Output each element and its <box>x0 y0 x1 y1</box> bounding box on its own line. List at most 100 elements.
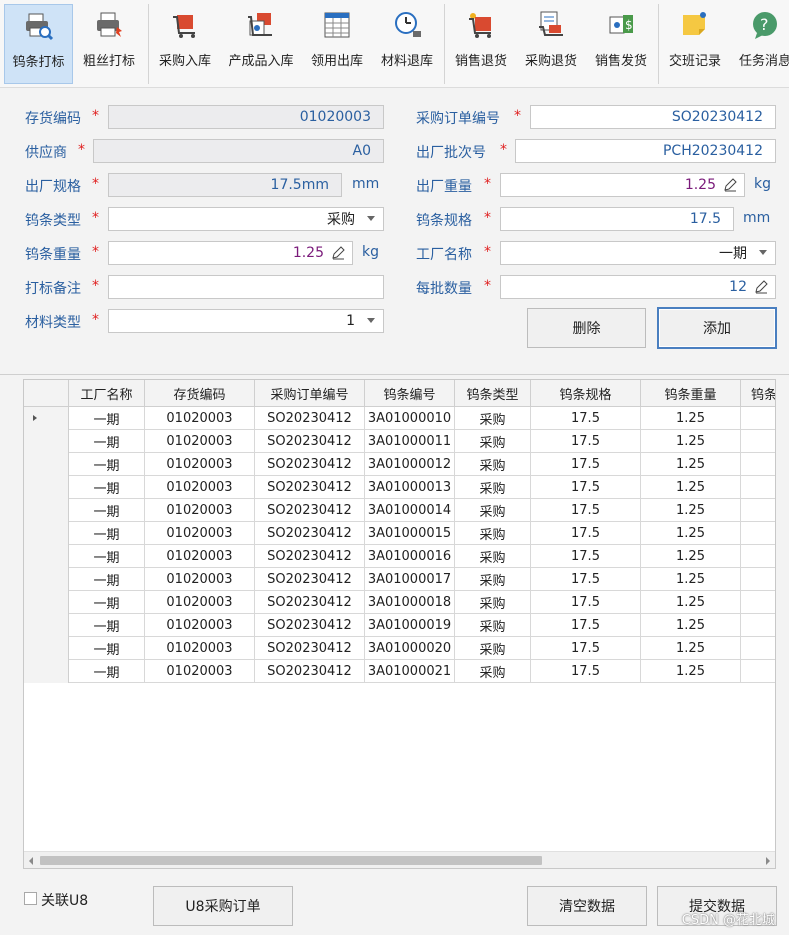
cell-bar-more[interactable] <box>741 545 775 568</box>
cell-po-number[interactable]: SO20230412 <box>255 568 365 591</box>
horizontal-scrollbar[interactable] <box>24 851 775 868</box>
row-indicator[interactable] <box>24 637 69 660</box>
col-header-bar-more[interactable]: 钨条 <box>741 380 775 407</box>
material-type-select[interactable]: 1 <box>108 309 384 333</box>
cell-factory-name[interactable]: 一期 <box>69 660 145 683</box>
cell-bar-spec[interactable]: 17.5 <box>531 660 641 683</box>
cell-bar-number[interactable]: 3A01000013 <box>365 476 455 499</box>
cell-inventory-code[interactable]: 01020003 <box>145 407 255 430</box>
scroll-right-icon[interactable] <box>766 857 770 865</box>
table-row[interactable]: 一期 01020003 SO20230412 3A01000016 采购 17.5 1.25 <box>24 545 775 568</box>
supplier-field[interactable]: A0 <box>93 139 384 163</box>
cell-po-number[interactable]: SO20230412 <box>255 407 365 430</box>
cell-bar-type[interactable]: 采购 <box>455 522 531 545</box>
cell-bar-number[interactable]: 3A01000010 <box>365 407 455 430</box>
cell-bar-spec[interactable]: 17.5 <box>531 407 641 430</box>
cell-inventory-code[interactable]: 01020003 <box>145 614 255 637</box>
cell-bar-type[interactable]: 采购 <box>455 660 531 683</box>
cell-bar-spec[interactable]: 17.5 <box>531 637 641 660</box>
po-number-field[interactable]: SO20230412 <box>530 105 776 129</box>
pencil-icon[interactable] <box>330 245 346 265</box>
toolbar-btn-task-message[interactable]: ? 任务消息 <box>732 4 789 84</box>
table-row[interactable]: 一期 01020003 SO20230412 3A01000011 采购 17.5 1.25 <box>24 430 775 453</box>
table-row[interactable]: 一期 01020003 SO20230412 3A01000018 采购 17.5 1.25 <box>24 591 775 614</box>
toolbar-btn-material-return[interactable]: 材料退库 <box>374 4 440 84</box>
link-u8-label[interactable]: 关联U8 <box>41 890 88 910</box>
cell-bar-type[interactable]: 采购 <box>455 453 531 476</box>
pencil-icon[interactable] <box>753 279 769 299</box>
inventory-code-field[interactable]: 01020003 <box>108 105 384 129</box>
cell-inventory-code[interactable]: 01020003 <box>145 660 255 683</box>
cell-po-number[interactable]: SO20230412 <box>255 545 365 568</box>
toolbar-btn-sale-return[interactable]: 销售退货 <box>448 4 514 84</box>
cell-bar-weight[interactable]: 1.25 <box>641 453 741 476</box>
chevron-down-icon[interactable] <box>367 318 375 323</box>
cell-bar-weight[interactable]: 1.25 <box>641 545 741 568</box>
row-indicator[interactable] <box>24 591 69 614</box>
factory-spec-field[interactable]: 17.5mm <box>108 173 342 197</box>
row-indicator[interactable] <box>24 499 69 522</box>
cell-bar-more[interactable] <box>741 637 775 660</box>
cell-inventory-code[interactable]: 01020003 <box>145 453 255 476</box>
cell-inventory-code[interactable]: 01020003 <box>145 476 255 499</box>
toolbar-btn-tungsten-mark[interactable]: 钨条打标 <box>4 4 73 84</box>
row-indicator[interactable] <box>24 476 69 499</box>
toolbar-btn-product-in[interactable]: 产成品入库 <box>224 4 298 84</box>
table-row[interactable]: 一期 01020003 SO20230412 3A01000019 采购 17.5 1.25 <box>24 614 775 637</box>
cell-bar-number[interactable]: 3A01000019 <box>365 614 455 637</box>
cell-po-number[interactable]: SO20230412 <box>255 499 365 522</box>
cell-bar-weight[interactable]: 1.25 <box>641 591 741 614</box>
cell-factory-name[interactable]: 一期 <box>69 522 145 545</box>
cell-bar-spec[interactable]: 17.5 <box>531 568 641 591</box>
cell-bar-more[interactable] <box>741 407 775 430</box>
toolbar-btn-issue-out[interactable]: 领用出库 <box>304 4 370 84</box>
cell-factory-name[interactable]: 一期 <box>69 568 145 591</box>
marking-note-field[interactable] <box>108 275 384 299</box>
cell-bar-more[interactable] <box>741 453 775 476</box>
cell-bar-more[interactable] <box>741 568 775 591</box>
clear-data-button[interactable]: 清空数据 <box>527 886 647 926</box>
cell-bar-spec[interactable]: 17.5 <box>531 545 641 568</box>
cell-factory-name[interactable]: 一期 <box>69 545 145 568</box>
cell-factory-name[interactable]: 一期 <box>69 591 145 614</box>
bar-weight-field[interactable]: 1.25 <box>108 241 353 265</box>
cell-inventory-code[interactable]: 01020003 <box>145 568 255 591</box>
row-indicator[interactable] <box>24 545 69 568</box>
table-row[interactable]: 一期 01020003 SO20230412 3A01000013 采购 17.5 1.25 <box>24 476 775 499</box>
cell-factory-name[interactable]: 一期 <box>69 614 145 637</box>
cell-inventory-code[interactable]: 01020003 <box>145 430 255 453</box>
cell-po-number[interactable]: SO20230412 <box>255 430 365 453</box>
scroll-left-icon[interactable] <box>29 857 33 865</box>
chevron-down-icon[interactable] <box>367 216 375 221</box>
toolbar-btn-shift-record[interactable]: 交班记录 <box>662 4 728 84</box>
cell-inventory-code[interactable]: 01020003 <box>145 637 255 660</box>
factory-weight-field[interactable]: 1.25 <box>500 173 745 197</box>
cell-bar-number[interactable]: 3A01000012 <box>365 453 455 476</box>
cell-factory-name[interactable]: 一期 <box>69 430 145 453</box>
toolbar-btn-wire-mark[interactable]: 粗丝打标 <box>76 4 142 84</box>
table-row[interactable]: 一期 01020003 SO20230412 3A01000020 采购 17.5 1.25 <box>24 637 775 660</box>
cell-bar-more[interactable] <box>741 476 775 499</box>
row-indicator[interactable] <box>24 453 69 476</box>
cell-bar-type[interactable]: 采购 <box>455 430 531 453</box>
cell-bar-spec[interactable]: 17.5 <box>531 522 641 545</box>
toolbar-btn-purchase-return[interactable]: 采购退货 <box>518 4 584 84</box>
cell-bar-type[interactable]: 采购 <box>455 637 531 660</box>
cell-factory-name[interactable]: 一期 <box>69 499 145 522</box>
table-row[interactable]: 一期 01020003 SO20230412 3A01000012 采购 17.5 1.25 <box>24 453 775 476</box>
table-row[interactable]: 一期 01020003 SO20230412 3A01000014 采购 17.5 1.25 <box>24 499 775 522</box>
cell-bar-spec[interactable]: 17.5 <box>531 614 641 637</box>
link-u8-checkbox[interactable] <box>24 892 37 905</box>
cell-inventory-code[interactable]: 01020003 <box>145 591 255 614</box>
cell-bar-spec[interactable]: 17.5 <box>531 591 641 614</box>
cell-bar-weight[interactable]: 1.25 <box>641 476 741 499</box>
table-row[interactable]: 一期 01020003 SO20230412 3A01000017 采购 17.5 1.25 <box>24 568 775 591</box>
cell-po-number[interactable]: SO20230412 <box>255 476 365 499</box>
col-header-bar-spec[interactable]: 钨条规格 <box>531 380 641 407</box>
cell-bar-weight[interactable]: 1.25 <box>641 637 741 660</box>
cell-bar-type[interactable]: 采购 <box>455 545 531 568</box>
cell-bar-number[interactable]: 3A01000021 <box>365 660 455 683</box>
cell-po-number[interactable]: SO20230412 <box>255 637 365 660</box>
cell-po-number[interactable]: SO20230412 <box>255 522 365 545</box>
cell-po-number[interactable]: SO20230412 <box>255 591 365 614</box>
